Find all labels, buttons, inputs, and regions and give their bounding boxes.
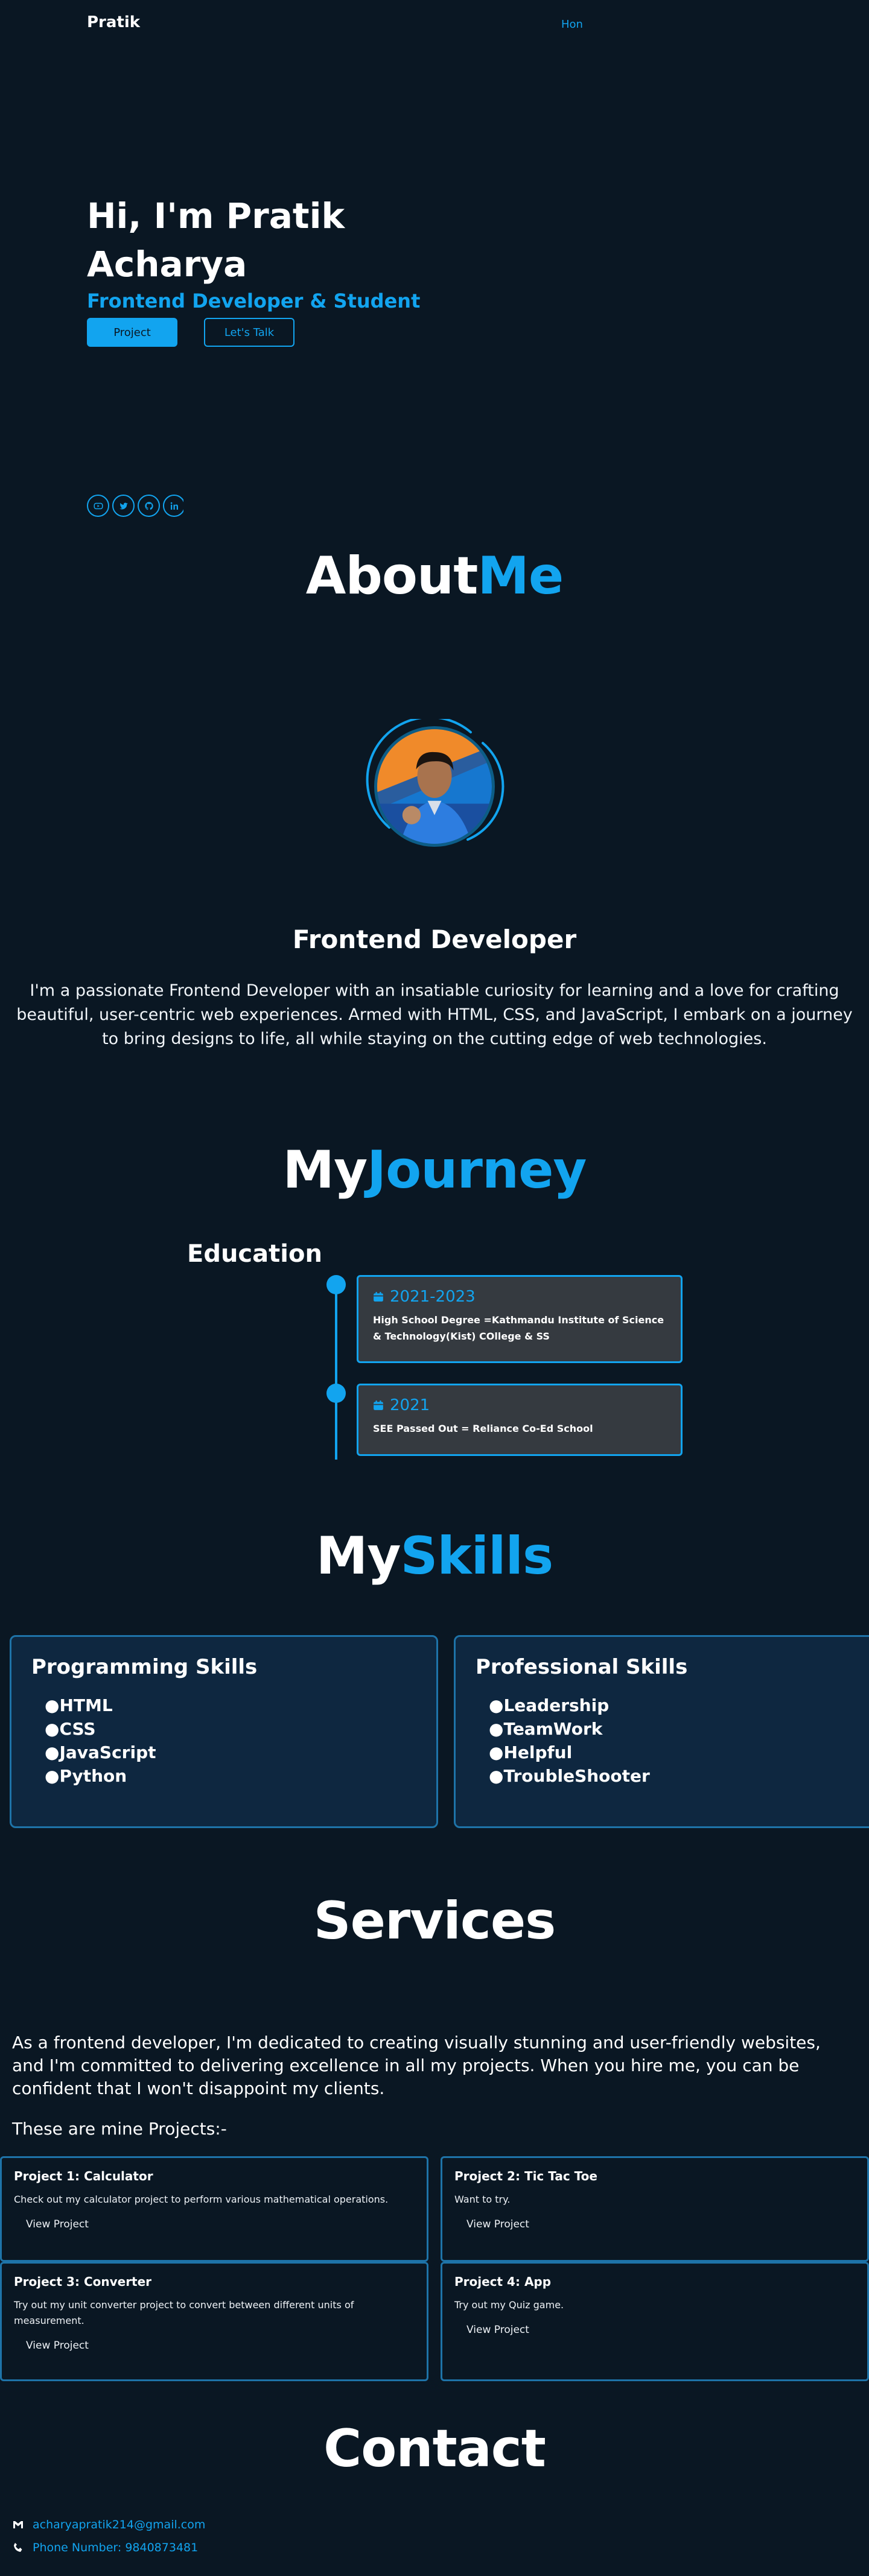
project-description: Check out my calculator project to perfo…: [14, 2194, 389, 2205]
project-card: Project 4: App Try out my Quiz game. Vie…: [441, 2262, 869, 2381]
phone-link[interactable]: Phone Number: 9840873481: [33, 2541, 198, 2554]
services-description: As a frontend developer, I'm dedicated t…: [12, 2033, 821, 2098]
skill-item: ●CSS: [45, 1719, 96, 1739]
gmail-icon: [13, 2521, 23, 2528]
skill-item: ●Python: [45, 1766, 127, 1786]
lets-talk-button[interactable]: Let's Talk: [204, 318, 294, 347]
journey-title-main: My: [282, 1140, 368, 1200]
skill-card-title: Programming Skills: [31, 1655, 258, 1679]
project-card: Project 2: Tic Tac Toe Want to try. View…: [441, 2156, 869, 2262]
about-title: AboutMe: [0, 546, 869, 606]
contact-phone: Phone Number: 9840873481: [12, 2541, 198, 2554]
project-title: Project 3: Converter: [14, 2274, 152, 2289]
contact-email: acharyapratik214@gmail.com: [12, 2518, 205, 2531]
journey-title-accent: Journey: [367, 1140, 587, 1200]
timeline-year-text: 2021: [390, 1396, 430, 1414]
services-title: Services: [313, 1891, 556, 1951]
brand-logo[interactable]: Pratik: [87, 13, 140, 31]
youtube-icon[interactable]: [87, 495, 109, 517]
journey-title: MyJourney: [0, 1140, 869, 1200]
project-title: Project 2: Tic Tac Toe: [454, 2169, 597, 2183]
skills-title: MySkills: [0, 1526, 869, 1586]
timeline-card: 2021 SEE Passed Out = Reliance Co-Ed Sch…: [357, 1384, 683, 1456]
projects-subtitle: These are mine Projects:-: [12, 2119, 227, 2139]
twitter-icon[interactable]: [112, 495, 135, 517]
timeline-description: High School Degree =Kathmandu Institute …: [373, 1314, 664, 1342]
project-description: Try out my Quiz game.: [454, 2299, 564, 2311]
timeline-dot: [326, 1384, 346, 1403]
timeline-dot: [326, 1275, 346, 1294]
about-role: Frontend Developer: [292, 925, 577, 954]
skill-item: ●TeamWork: [489, 1719, 603, 1739]
view-project-link[interactable]: View Project: [466, 2218, 529, 2230]
project-card: Project 1: Calculator Check out my calcu…: [0, 2156, 428, 2262]
view-project-link[interactable]: View Project: [26, 2218, 89, 2230]
skill-list: ●Leadership ●TeamWork ●Helpful ●TroubleS…: [476, 1694, 861, 1788]
profile-avatar-frame: [362, 719, 507, 852]
contact-title: Contact: [323, 2419, 546, 2479]
skill-item: ●Helpful: [489, 1742, 573, 1762]
skill-item: ●Leadership: [489, 1695, 610, 1715]
timeline-card: 2021-2023 High School Degree =Kathmandu …: [357, 1275, 683, 1363]
skill-item: ●JavaScript: [45, 1742, 156, 1762]
timeline-line: [335, 1285, 337, 1460]
skill-item: ●HTML: [45, 1695, 113, 1715]
social-links: [87, 495, 183, 519]
about-title-accent: Me: [477, 546, 564, 606]
calendar-icon: [374, 1400, 383, 1410]
timeline-description: SEE Passed Out = Reliance Co-Ed School: [373, 1423, 593, 1434]
view-project-link[interactable]: View Project: [466, 2324, 529, 2336]
navbar: Pratik Hon: [0, 0, 869, 48]
about-description: I'm a passionate Frontend Developer with…: [16, 981, 853, 1048]
project-title: Project 4: App: [454, 2274, 552, 2289]
view-project-link[interactable]: View Project: [26, 2340, 89, 2352]
nav-link-home[interactable]: Hon: [561, 18, 583, 31]
skill-item: ●TroubleShooter: [489, 1766, 650, 1786]
skill-list: ●HTML ●CSS ●JavaScript ●Python: [31, 1694, 416, 1788]
project-description: Try out my unit converter project to con…: [14, 2299, 354, 2326]
hero-subtitle: Frontend Developer & Student: [87, 290, 421, 312]
timeline-year: 2021: [373, 1396, 666, 1414]
about-title-main: About: [305, 546, 479, 606]
avatar: [374, 726, 495, 847]
project-description: Want to try.: [454, 2194, 511, 2205]
skills-title-main: My: [316, 1526, 401, 1586]
skill-card-title: Professional Skills: [476, 1655, 688, 1679]
skills-title-accent: Skills: [400, 1526, 553, 1586]
email-link[interactable]: acharyapratik214@gmail.com: [33, 2518, 205, 2531]
linkedin-icon[interactable]: [163, 495, 183, 517]
calendar-icon: [374, 1292, 383, 1302]
github-icon[interactable]: [138, 495, 160, 517]
project-button[interactable]: Project: [87, 318, 177, 347]
timeline-year-text: 2021-2023: [390, 1288, 476, 1306]
hero-title: Hi, I'm Pratik Acharya: [87, 195, 345, 285]
phone-icon: [14, 2543, 22, 2552]
timeline-year: 2021-2023: [373, 1288, 666, 1306]
project-title: Project 1: Calculator: [14, 2169, 153, 2183]
education-label: Education: [187, 1240, 322, 1268]
professional-skills-card: Professional Skills ●Leadership ●TeamWor…: [454, 1635, 869, 1828]
programming-skills-card: Programming Skills ●HTML ●CSS ●JavaScrip…: [10, 1635, 438, 1828]
project-card: Project 3: Converter Try out my unit con…: [0, 2262, 428, 2381]
